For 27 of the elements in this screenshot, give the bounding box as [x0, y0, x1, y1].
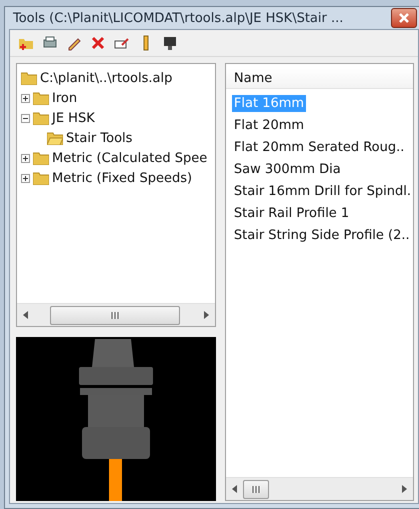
- list-item[interactable]: Flat 20mm: [232, 116, 306, 134]
- close-button[interactable]: [391, 8, 417, 28]
- expand-icon[interactable]: [21, 94, 30, 102]
- horizontal-scrollbar[interactable]: [17, 303, 215, 326]
- expand-icon[interactable]: [21, 154, 30, 162]
- scrollbar-thumb[interactable]: [50, 306, 180, 324]
- window-title: Tools (C:\Planit\LICOMDAT\rtools.alp\JE HSK\Stair ...: [13, 10, 344, 26]
- scroll-left-icon[interactable]: [23, 311, 28, 319]
- tree-item[interactable]: Stair Tools: [66, 130, 132, 146]
- collapse-icon[interactable]: [21, 114, 30, 122]
- tree-item[interactable]: Iron: [52, 90, 78, 106]
- close-icon[interactable]: [398, 12, 410, 24]
- list-item[interactable]: Flat 20mm Serated Roug..: [232, 138, 406, 156]
- tree-item[interactable]: C:\planit\..\rtools.alp: [40, 70, 172, 86]
- tree-item[interactable]: Metric (Calculated Spee: [52, 150, 208, 166]
- expand-icon[interactable]: [21, 174, 30, 182]
- list-item[interactable]: Saw 300mm Dia: [232, 160, 343, 178]
- list-item[interactable]: Stair String Side Profile (2..: [232, 226, 412, 244]
- scroll-left-icon[interactable]: [232, 485, 237, 493]
- scroll-right-icon[interactable]: [402, 485, 407, 493]
- tree-item[interactable]: JE HSK: [52, 110, 95, 126]
- list-item[interactable]: Stair 16mm Drill for Spindl.: [232, 182, 413, 200]
- list-item[interactable]: Stair Rail Profile 1: [232, 204, 352, 222]
- scrollbar-thumb[interactable]: [242, 480, 269, 498]
- scroll-right-icon[interactable]: [204, 311, 209, 319]
- horizontal-scrollbar[interactable]: [226, 477, 413, 500]
- tree-item[interactable]: Metric (Fixed Speeds): [52, 170, 192, 186]
